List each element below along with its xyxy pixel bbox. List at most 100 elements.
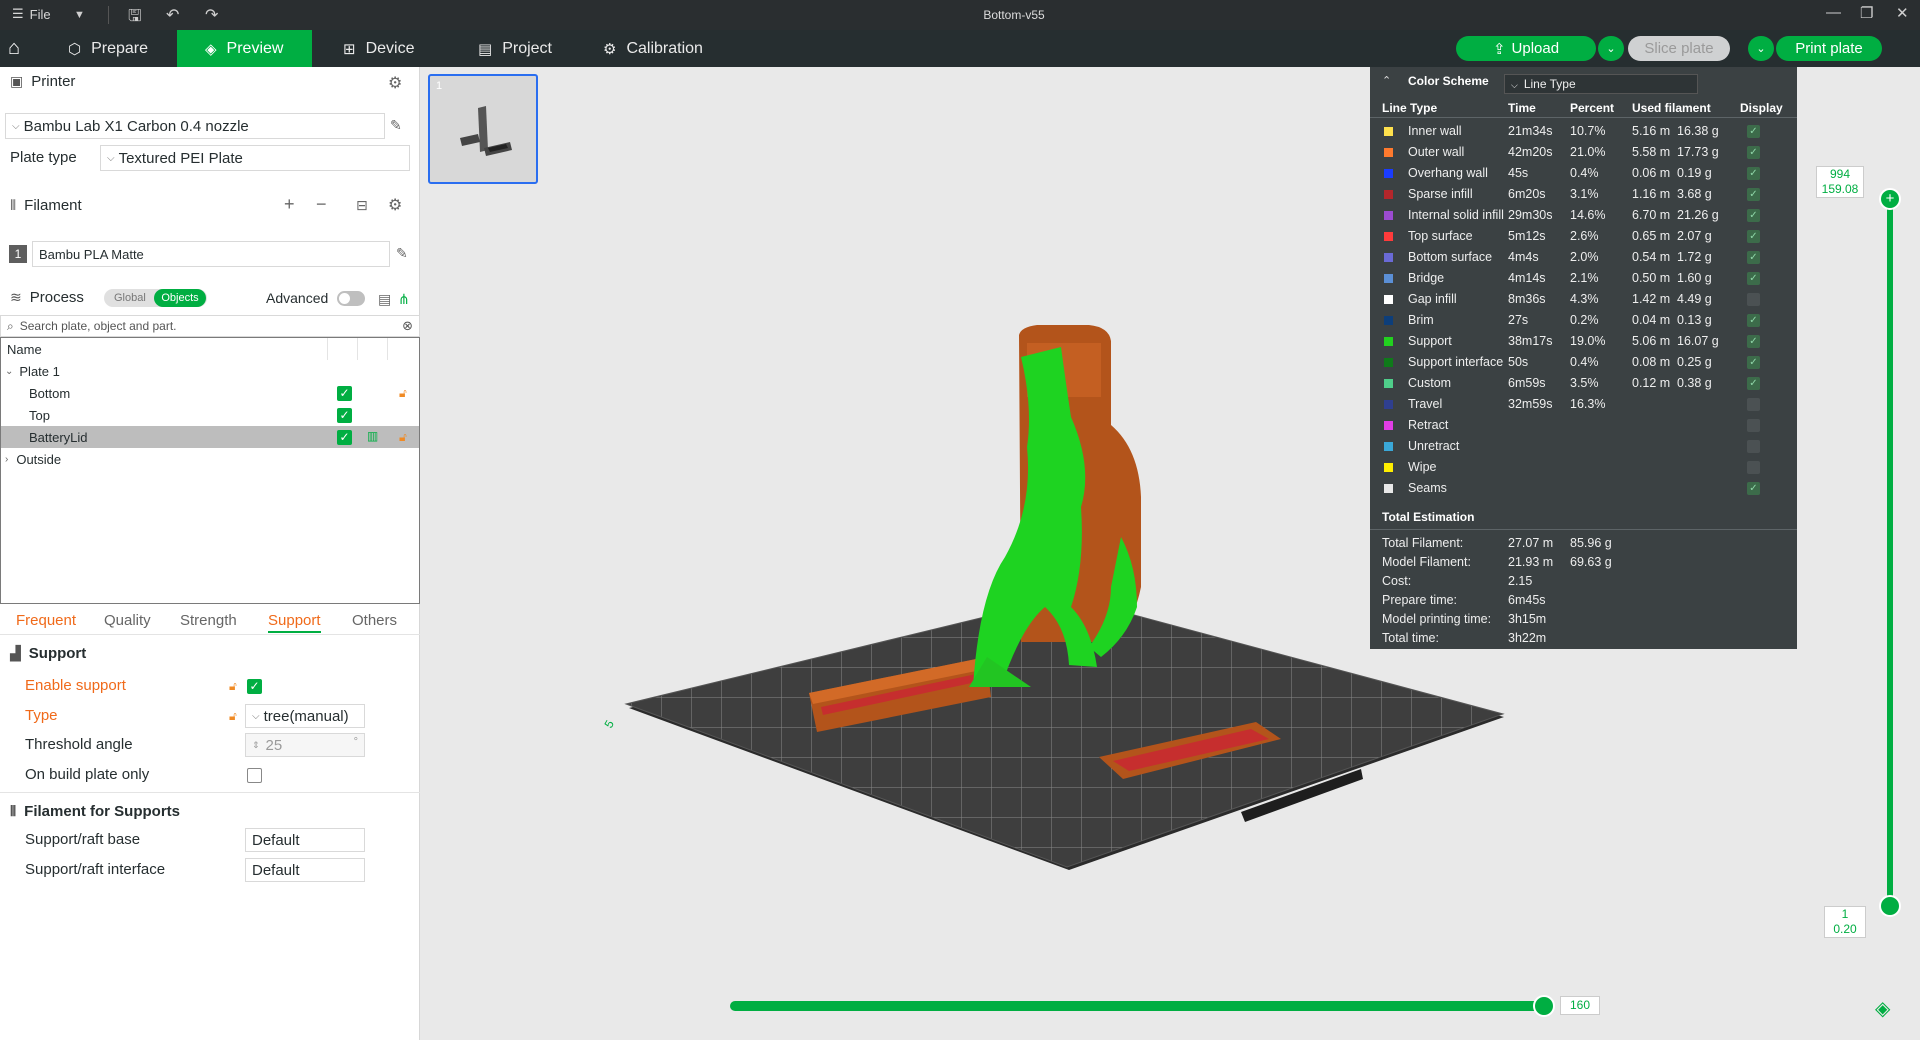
legend-row: Bridge 4m14s 2.1% 0.50 m 1.60 g ✓ <box>1370 268 1797 289</box>
printer-select[interactable]: ⌵ Bambu Lab X1 Carbon 0.4 nozzle <box>5 113 385 139</box>
color-swatch <box>1384 316 1393 325</box>
display-checkbox[interactable] <box>1747 440 1760 453</box>
support-base-select[interactable]: Default <box>245 828 365 852</box>
advanced-switch[interactable] <box>337 291 365 306</box>
header-time: Time <box>1508 101 1536 115</box>
print-plate-button[interactable]: Print plate <box>1776 36 1882 61</box>
chevron-down-icon: ⌄ <box>5 365 14 377</box>
visible-checkbox[interactable]: ✓ <box>337 386 352 401</box>
display-checkbox[interactable]: ✓ <box>1747 482 1760 495</box>
tab-prepare[interactable]: ⬡ Prepare <box>52 30 177 67</box>
support-type-select[interactable]: ⌵ tree(manual) <box>245 704 365 728</box>
visible-checkbox[interactable]: ✓ <box>337 430 352 445</box>
clear-icon[interactable]: ⊗ <box>402 318 413 334</box>
display-checkbox[interactable] <box>1747 419 1760 432</box>
display-checkbox[interactable]: ✓ <box>1747 125 1760 138</box>
tab-others[interactable]: Others <box>352 612 397 629</box>
tree-icon[interactable]: ⋔ <box>398 291 410 308</box>
tree-outside[interactable]: › Outside <box>1 448 419 470</box>
tab-device[interactable]: ⊞ Device <box>327 30 447 67</box>
build-plate-only-checkbox[interactable] <box>247 768 262 783</box>
edit-icon[interactable]: ✎ <box>390 117 402 134</box>
display-checkbox[interactable]: ✓ <box>1747 356 1760 369</box>
add-icon[interactable]: + <box>284 194 295 215</box>
layers-icon[interactable]: ◈ <box>1875 996 1890 1021</box>
display-checkbox[interactable]: ✓ <box>1747 251 1760 264</box>
move-slider-value: 160 <box>1560 996 1600 1015</box>
lock-icon[interactable]: 🔓︎ <box>399 430 407 445</box>
tree-item-top[interactable]: Top <box>1 404 419 426</box>
filament-select[interactable]: Bambu PLA Matte <box>32 241 390 267</box>
tab-strength[interactable]: Strength <box>180 612 237 629</box>
support-interface-select[interactable]: Default <box>245 858 365 882</box>
legend-time: 50s <box>1508 355 1529 369</box>
display-checkbox[interactable] <box>1747 461 1760 474</box>
display-checkbox[interactable] <box>1747 293 1760 306</box>
layer-slider-bottom-knob[interactable] <box>1879 895 1901 917</box>
color-scheme-select[interactable]: ⌵ Line Type <box>1504 74 1698 94</box>
home-icon[interactable]: ⌂ <box>8 37 34 61</box>
upload-button[interactable]: ⇪ Upload <box>1456 36 1596 61</box>
move-slider[interactable] <box>730 1001 1553 1011</box>
tree-item-bottom[interactable]: Bottom <box>1 382 419 404</box>
objects-option[interactable]: Objects <box>154 289 206 307</box>
threshold-angle-input[interactable]: ⇕ 25 ° <box>245 733 365 757</box>
header-line-type: Line Type <box>1382 101 1438 115</box>
settings-indicator-icon[interactable]: ▥ <box>367 429 378 443</box>
legend-row: Support 38m17s 19.0% 5.06 m 16.07 g ✓ <box>1370 331 1797 352</box>
tab-preview[interactable]: ◈ Preview <box>177 30 312 67</box>
print-dropdown-button[interactable]: ⌄ <box>1748 36 1774 61</box>
legend-row: Seams ✓ <box>1370 478 1797 499</box>
gear-icon[interactable]: ⚙ <box>388 73 402 93</box>
tab-quality[interactable]: Quality <box>104 612 151 629</box>
restore-icon[interactable]: ❐ <box>1860 4 1873 22</box>
lock-icon[interactable]: 🔓︎ <box>399 386 407 401</box>
display-checkbox[interactable]: ✓ <box>1747 314 1760 327</box>
filament-supports-header: ⦀ Filament for Supports <box>10 802 181 820</box>
sync-icon[interactable]: ⊟ <box>356 197 368 214</box>
slice-dropdown-button[interactable]: ⌄ <box>1598 36 1624 61</box>
move-slider-knob[interactable] <box>1533 995 1555 1017</box>
display-checkbox[interactable]: ✓ <box>1747 167 1760 180</box>
global-option[interactable]: Global <box>114 292 146 304</box>
legend-length: 5.16 m <box>1632 124 1671 138</box>
minimize-icon[interactable]: — <box>1826 4 1841 21</box>
legend-name: Brim <box>1408 313 1434 327</box>
display-checkbox[interactable]: ✓ <box>1747 209 1760 222</box>
tab-project[interactable]: ▤ Project <box>462 30 582 67</box>
stepper-icon[interactable]: ⇕ <box>252 740 260 751</box>
layer-slider-top-knob[interactable]: + <box>1879 188 1901 210</box>
legend-percent: 0.2% <box>1570 313 1599 327</box>
layer-slider[interactable] <box>1887 198 1893 906</box>
enable-support-checkbox[interactable]: ✓ <box>247 679 262 694</box>
axis-marker: 5 <box>601 717 617 730</box>
display-checkbox[interactable] <box>1747 398 1760 411</box>
visible-checkbox[interactable]: ✓ <box>337 408 352 423</box>
edit-icon[interactable]: ✎ <box>396 245 408 262</box>
project-icon: ▤ <box>478 40 493 58</box>
tab-frequent[interactable]: Frequent <box>16 612 76 629</box>
display-checkbox[interactable]: ✓ <box>1747 188 1760 201</box>
tree-item-batterylid[interactable]: BatteryLid <box>1 426 419 448</box>
collapse-icon[interactable]: ⌃ <box>1382 74 1391 87</box>
plate-thumbnail[interactable]: 1 <box>428 74 538 184</box>
global-objects-toggle[interactable]: Global Objects <box>104 289 207 307</box>
tab-support[interactable]: Support <box>268 612 321 633</box>
list-icon[interactable]: ▤ <box>378 291 391 308</box>
close-icon[interactable]: ✕ <box>1896 4 1909 22</box>
display-checkbox[interactable]: ✓ <box>1747 335 1760 348</box>
display-checkbox[interactable]: ✓ <box>1747 230 1760 243</box>
plate-type-select[interactable]: ⌵ Textured PEI Plate <box>100 145 410 171</box>
tab-calibration[interactable]: ⚙ Calibration <box>587 30 727 67</box>
tree-plate[interactable]: ⌄ Plate 1 <box>1 360 419 382</box>
lock-icon[interactable]: 🔓︎ <box>229 709 237 724</box>
display-checkbox[interactable]: ✓ <box>1747 272 1760 285</box>
gear-icon[interactable]: ⚙ <box>388 195 402 215</box>
display-checkbox[interactable]: ✓ <box>1747 146 1760 159</box>
chevron-down-icon: ⌵ <box>107 152 115 164</box>
lock-icon[interactable]: 🔓︎ <box>229 679 237 694</box>
display-checkbox[interactable]: ✓ <box>1747 377 1760 390</box>
slice-plate-button[interactable]: Slice plate <box>1628 36 1730 61</box>
remove-icon[interactable]: − <box>316 194 327 215</box>
search-input[interactable]: ⌕ Search plate, object and part. ⊗ <box>0 315 420 337</box>
